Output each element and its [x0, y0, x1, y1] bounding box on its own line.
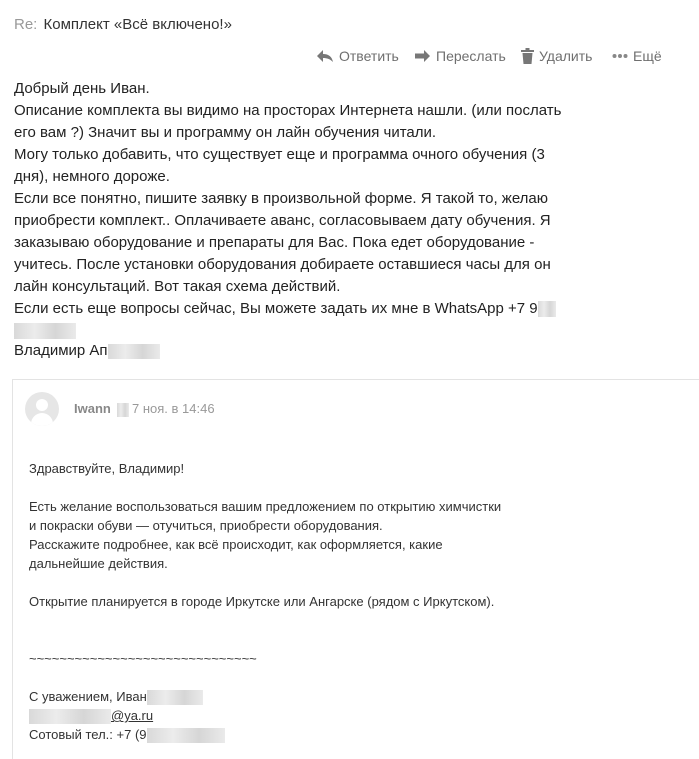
redacted-sender — [117, 402, 130, 417]
body-line: его вам ?) Значит вы и программу он лайн… — [14, 124, 437, 141]
delete-button[interactable]: Удалить — [521, 48, 592, 64]
more-dots-icon — [612, 54, 628, 58]
whatsapp-line: Если есть еще вопросы сейчас, Вы можете … — [14, 298, 574, 320]
reply-label: Ответить — [339, 48, 399, 64]
quoted-greeting: Здравствуйте, Владимир! — [29, 461, 185, 476]
reply-icon — [317, 50, 333, 62]
body-line: Добрый день Иван. — [14, 80, 150, 97]
avatar-head — [36, 399, 48, 411]
message-subject: Re: Комплект «Всё включено!» — [14, 16, 232, 33]
body-line: дня), немного дороже. — [14, 168, 170, 185]
message-body: Добрый день Иван. Описание комплекта вы … — [14, 78, 574, 342]
redacted-phone-continued — [14, 323, 76, 340]
body-line: Могу только добавить, что существует еще… — [14, 146, 545, 163]
quoted-separator: ~~~~~~~~~~~~~~~~~~~~~~~~~~~~~~ — [29, 651, 257, 666]
redacted-surname — [146, 690, 203, 706]
quoted-line: и покраски обуви — отучиться, приобрести… — [29, 518, 383, 533]
quoted-line: Есть желание воспользоваться вашим предл… — [29, 499, 502, 514]
quoted-body: Здравствуйте, Владимир! Есть желание вос… — [29, 459, 501, 744]
email-domain: @ya.ru — [111, 708, 154, 723]
quoted-line: Открытие планируется в городе Иркутске и… — [29, 594, 495, 609]
quoted-line: Расскажите подробнее, как всё происходит… — [29, 537, 443, 552]
avatar — [25, 392, 59, 426]
redacted-phone — [537, 301, 556, 318]
quoted-phone: Сотовый тел.: +7 (9 — [29, 725, 501, 744]
body-line: заказываю оборудование и препараты для В… — [14, 234, 535, 251]
more-label: Ещё — [633, 48, 662, 64]
body-line: приобрести комплект.. Оплачиваете аванс,… — [14, 212, 551, 229]
redacted-phone — [146, 728, 225, 744]
signature-name: Владимир Ап — [14, 342, 108, 359]
forward-icon — [415, 50, 430, 62]
redacted-surname — [107, 343, 160, 359]
quoted-message: Iwann 7 ноя. в 14:46 Здравствуйте, Влади… — [12, 379, 699, 759]
delete-label: Удалить — [539, 48, 593, 64]
reply-button[interactable]: Ответить — [316, 48, 399, 64]
body-line: лайн консультаций. Вот такая схема дейст… — [14, 278, 341, 295]
redacted-email — [29, 709, 111, 725]
quoted-regards: С уважением, Иван — [29, 687, 501, 706]
whatsapp-text: Если есть еще вопросы сейчас, Вы можете … — [14, 300, 538, 317]
quoted-sender-name[interactable]: Iwann — [74, 401, 130, 417]
quoted-line: дальнейшие действия. — [29, 556, 168, 571]
body-line: Описание комплекта вы видимо на простора… — [14, 102, 562, 119]
redacted-line — [14, 320, 574, 342]
forward-label: Переслать — [436, 48, 506, 64]
forward-button[interactable]: Переслать — [414, 48, 506, 64]
quoted-date: 7 ноя. в 14:46 — [132, 401, 215, 416]
sender-signature: Владимир Ап — [14, 342, 160, 359]
phone-text: Сотовый тел.: +7 (9 — [29, 727, 147, 742]
quoted-email[interactable]: @ya.ru — [29, 706, 501, 725]
body-line: учитесь. После установки оборудования до… — [14, 256, 551, 273]
subject-title: Комплект «Всё включено!» — [43, 16, 232, 33]
quoted-sender: Iwann — [74, 401, 111, 416]
avatar-shoulders — [31, 413, 53, 426]
body-line: Если все понятно, пишите заявку в произв… — [14, 190, 549, 207]
message-toolbar: Ответить Переслать Удалить Ещё — [0, 48, 699, 68]
subject-prefix: Re: — [14, 16, 38, 33]
trash-icon — [521, 48, 534, 64]
more-button[interactable]: Ещё — [612, 48, 662, 64]
regards-text: С уважением, Иван — [29, 689, 147, 704]
